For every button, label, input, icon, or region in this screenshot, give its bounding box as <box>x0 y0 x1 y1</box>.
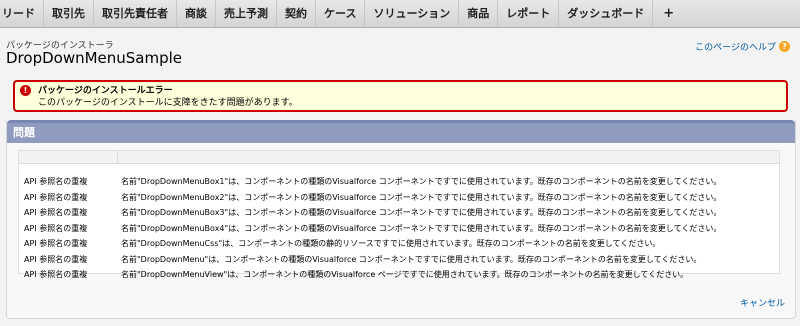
table-row: API 参照名の重複 名前"DropDownMenu"は、コンポーネントの種類のV… <box>19 252 779 268</box>
tab-contracts[interactable]: 契約 <box>277 0 316 27</box>
error-description: このパッケージのインストールに支障をきたす問題があります。 <box>38 98 298 108</box>
table-row: API 参照名の重複 名前"DropDownMenuBox4"は、コンポーネントの… <box>19 221 779 237</box>
tab-products[interactable]: 商品 <box>459 0 499 27</box>
help-icon[interactable]: ? <box>779 41 790 52</box>
tab-cases[interactable]: ケース <box>316 0 366 27</box>
problem-message: 名前"DropDownMenuBox4"は、コンポーネントの種類のVisualf… <box>121 223 722 233</box>
problem-type: API 参照名の重複 <box>24 192 88 202</box>
cancel-link[interactable]: キャンセル <box>740 296 785 309</box>
error-message-box: ! パッケージのインストールエラー このパッケージのインストールに支障をきたす問… <box>13 80 788 112</box>
table-row: API 参照名の重複 名前"DropDownMenuCss"は、コンポーネントの種… <box>19 236 779 252</box>
tab-bar: リード 取引先 取引先責任者 商談 売上予測 契約 ケース ソリューション 商品… <box>0 0 800 28</box>
tab-opportunities[interactable]: 商談 <box>177 0 216 27</box>
problem-type: API 参照名の重複 <box>24 177 88 187</box>
all-tabs-plus-icon[interactable]: + <box>653 0 684 27</box>
table-row: API 参照名の重複 名前"DropDownMenuBox1"は、コンポーネントの… <box>19 174 779 190</box>
tab-reports[interactable]: レポート <box>498 0 560 27</box>
problem-type: API 参照名の重複 <box>24 239 88 249</box>
problem-message: 名前"DropDownMenuBox2"は、コンポーネントの種類のVisualf… <box>121 192 722 202</box>
tab-contacts[interactable]: 取引先責任者 <box>94 0 177 27</box>
tab-dashboards[interactable]: ダッシュボード <box>559 0 654 27</box>
tab-accounts[interactable]: 取引先 <box>44 0 94 27</box>
problem-type: API 参照名の重複 <box>24 208 88 218</box>
problems-table: API 参照名の重複 名前"DropDownMenuBox1"は、コンポーネントの… <box>18 150 780 279</box>
problem-message: 名前"DropDownMenu"は、コンポーネントの種類のVisualforce… <box>121 254 702 264</box>
page-title: DropDownMenuSample <box>6 49 183 67</box>
problems-heading: 問題 <box>7 120 795 143</box>
tab-leads[interactable]: リード <box>0 0 44 27</box>
problem-message: 名前"DropDownMenuBox1"は、コンポーネントの種類のVisualf… <box>121 177 722 187</box>
problem-message: 名前"DropDownMenuView"は、コンポーネントの種類のVisualf… <box>121 270 689 280</box>
problem-type: API 参照名の重複 <box>24 223 88 233</box>
table-row: API 参照名の重複 名前"DropDownMenuBox3"は、コンポーネントの… <box>19 205 779 221</box>
problem-type: API 参照名の重複 <box>24 254 88 264</box>
table-row: API 参照名の重複 名前"DropDownMenuBox2"は、コンポーネントの… <box>19 190 779 206</box>
problems-panel: 問題 API 参照名の重複 名前"DropDownMenuBox1"は、コンポーネ… <box>6 120 796 319</box>
help-link-label[interactable]: このページのヘルプ <box>695 40 776 53</box>
table-row: API 参照名の重複 名前"DropDownMenuView"は、コンポーネントの… <box>19 267 779 283</box>
problem-message: 名前"DropDownMenuBox3"は、コンポーネントの種類のVisualf… <box>121 208 722 218</box>
table-header <box>19 151 779 164</box>
tab-forecasts[interactable]: 売上予測 <box>216 0 277 27</box>
error-icon: ! <box>20 85 31 96</box>
problem-type: API 参照名の重複 <box>24 270 88 280</box>
problem-message: 名前"DropDownMenuCss"は、コンポーネントの種類の静的リソースです… <box>121 239 661 249</box>
tab-solutions[interactable]: ソリューション <box>365 0 460 27</box>
help-link[interactable]: このページのヘルプ ? <box>695 40 790 53</box>
